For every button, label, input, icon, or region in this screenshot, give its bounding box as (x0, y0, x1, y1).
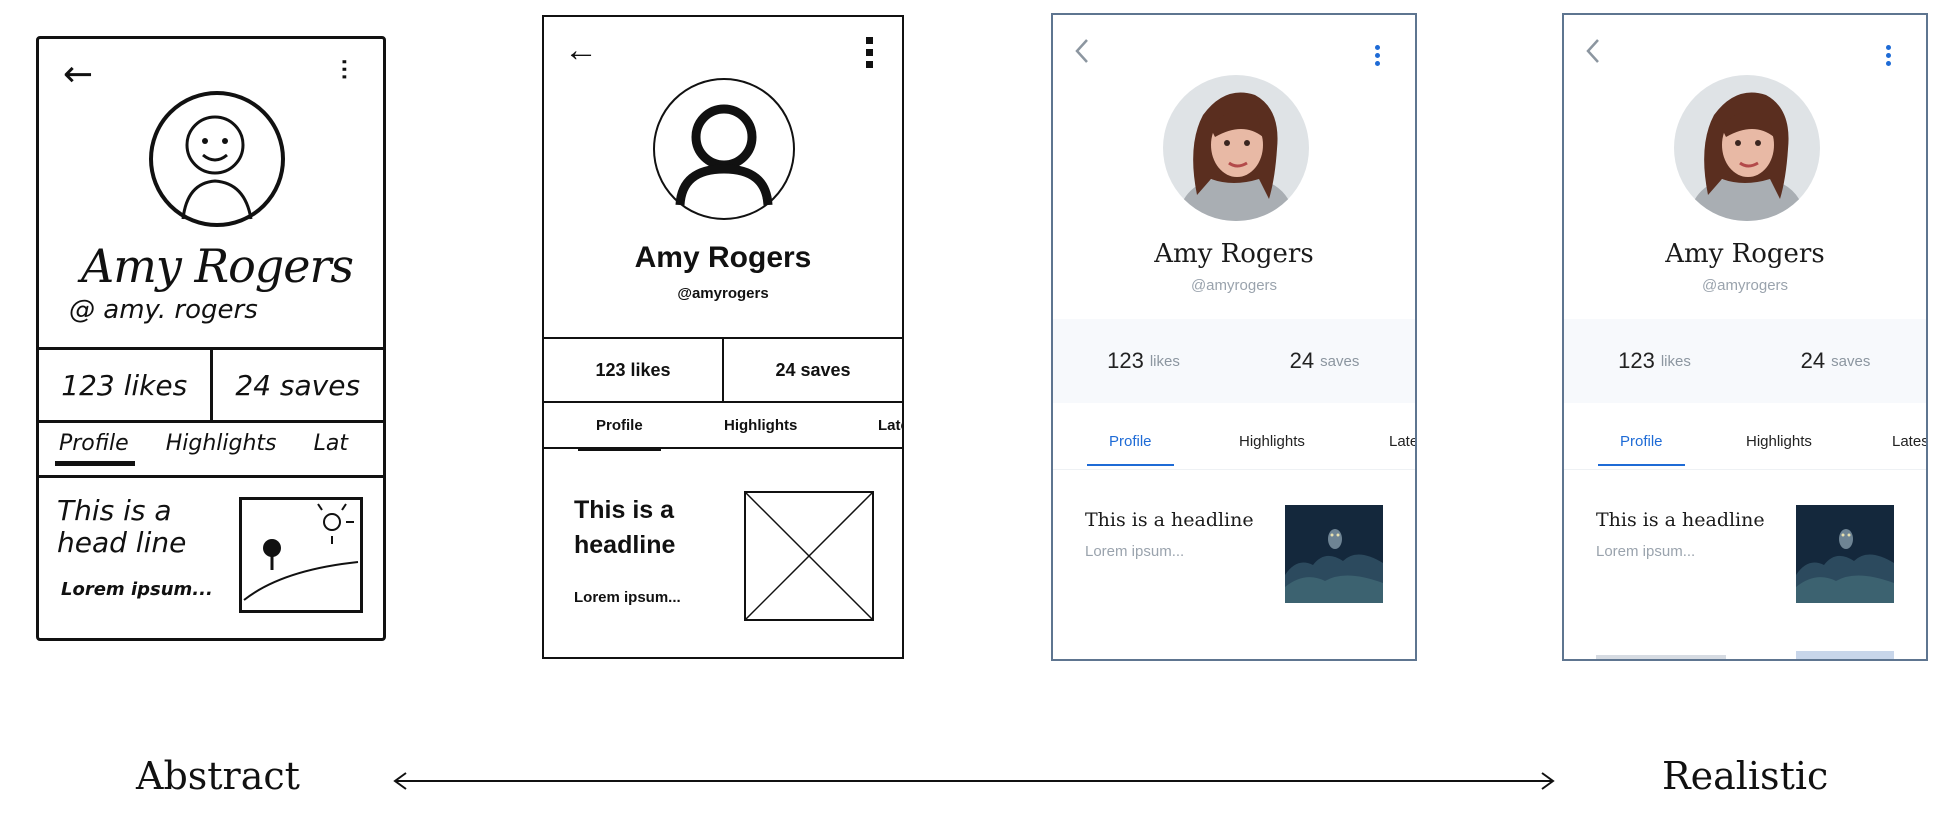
profile-handle: @amyrogers (1701, 277, 1789, 294)
wireframe-phone-frame: ← Amy Rogers @amyrogers 123 likes 24 sav… (542, 15, 904, 659)
profile-name: Amy Rogers (81, 239, 354, 293)
chevron-left-icon[interactable] (1582, 37, 1604, 65)
tab-bar: Profile Highlights Lat (55, 431, 383, 479)
realistic-label: Realistic (1662, 754, 1829, 798)
next-post-thumbnail-peek (1796, 651, 1894, 659)
likes-count: 123 (1618, 348, 1655, 373)
avatar (1163, 75, 1309, 221)
likes-unit: likes (1149, 352, 1180, 370)
avatar-icon (652, 77, 796, 221)
tab-highlights[interactable]: Highlights (724, 417, 797, 434)
stats-bar: 123 likes 24 saves (544, 337, 902, 403)
post-thumbnail[interactable] (1796, 505, 1894, 603)
saves-unit: saves (1320, 352, 1360, 370)
tab-bar: Profile Highlights Latest (544, 403, 902, 451)
tab-profile[interactable]: Profile (1087, 433, 1173, 466)
profile-handle: @amyrogers (1190, 277, 1278, 294)
mockup-phone-frame: Amy Rogers @amyrogers 123 likes 24 saves… (1051, 13, 1417, 661)
likes-stat[interactable]: 123 likes (39, 350, 210, 420)
divider (39, 475, 383, 478)
more-vertical-icon[interactable] (866, 37, 874, 73)
next-post-headline-peek (1596, 655, 1726, 659)
saves-stat[interactable]: 24 saves (1745, 319, 1926, 403)
saves-stat[interactable]: 24 saves (1234, 319, 1415, 403)
profile-handle: @amyrogers (677, 285, 769, 302)
tab-latest[interactable]: Latest (1389, 433, 1415, 450)
saves-stat[interactable]: 24 saves (722, 339, 902, 401)
more-vertical-icon[interactable] (1886, 45, 1892, 69)
more-vertical-icon[interactable]: ··· (326, 57, 361, 80)
profile-name: Amy Rogers (1665, 239, 1825, 269)
post-excerpt: Lorem ipsum... (1085, 543, 1185, 560)
arrow-left-icon[interactable]: ← (63, 57, 93, 93)
post-excerpt: Lorem ipsum... (61, 579, 213, 600)
tab-profile[interactable]: Profile (55, 431, 135, 466)
tab-latest[interactable]: Latest (1892, 433, 1926, 450)
more-vertical-icon[interactable] (1375, 45, 1381, 69)
likes-count: 123 (1107, 348, 1144, 373)
likes-stat[interactable]: 123 likes (1564, 319, 1745, 403)
post-excerpt: Lorem ipsum... (574, 589, 681, 606)
post-headline[interactable]: This is a headline (1085, 509, 1254, 531)
post-headline[interactable]: This is a headline (574, 493, 704, 563)
arrow-left-icon[interactable]: ← (564, 33, 598, 67)
likes-stat[interactable]: 123 likes (1053, 319, 1234, 403)
saves-unit: saves (1831, 352, 1871, 370)
profile-name: Amy Rogers (1154, 239, 1314, 269)
avatar (1674, 75, 1820, 221)
likes-stat[interactable]: 123 likes (544, 339, 722, 401)
tab-bar: Profile Highlights Latest (1053, 417, 1415, 470)
likes-unit: likes (1660, 352, 1691, 370)
post-headline[interactable]: This is a head line (57, 494, 217, 559)
stats-bar: 123 likes 24 saves (1564, 319, 1926, 403)
chevron-left-icon[interactable] (1071, 37, 1093, 65)
tab-highlights[interactable]: Highlights (1746, 433, 1812, 450)
profile-name: Amy Rogers (634, 241, 812, 274)
tab-bar: Profile Highlights Latest (1564, 417, 1926, 470)
sketch-phone-frame: ← ··· Amy Rogers @ amy. rogers 123 likes… (36, 36, 386, 641)
saves-count: 24 (1289, 348, 1315, 373)
tab-highlights[interactable]: Highlights (166, 431, 277, 456)
post-headline[interactable]: This is a headline (1596, 509, 1765, 531)
double-arrow-icon (393, 772, 1555, 790)
post-thumbnail[interactable] (1285, 505, 1383, 603)
realistic-phone-frame: Amy Rogers @amyrogers 123 likes 24 saves… (1562, 13, 1928, 661)
avatar-icon (149, 91, 285, 227)
stats-bar: 123 likes 24 saves (1053, 319, 1415, 403)
saves-count: 24 (1800, 348, 1826, 373)
tab-profile[interactable]: Profile (578, 417, 661, 451)
tab-highlights[interactable]: Highlights (1239, 433, 1305, 450)
post-excerpt: Lorem ipsum... (1596, 543, 1696, 560)
abstract-label: Abstract (136, 754, 300, 798)
tab-profile[interactable]: Profile (1598, 433, 1684, 466)
profile-handle: @ amy. rogers (69, 295, 258, 325)
tab-latest[interactable]: Lat (314, 431, 348, 456)
image-placeholder-icon[interactable] (239, 497, 363, 613)
image-placeholder-icon[interactable] (744, 491, 874, 621)
tab-latest[interactable]: Latest (878, 417, 902, 434)
stats-bar: 123 likes 24 saves (39, 347, 383, 423)
saves-stat[interactable]: 24 saves (209, 350, 384, 420)
